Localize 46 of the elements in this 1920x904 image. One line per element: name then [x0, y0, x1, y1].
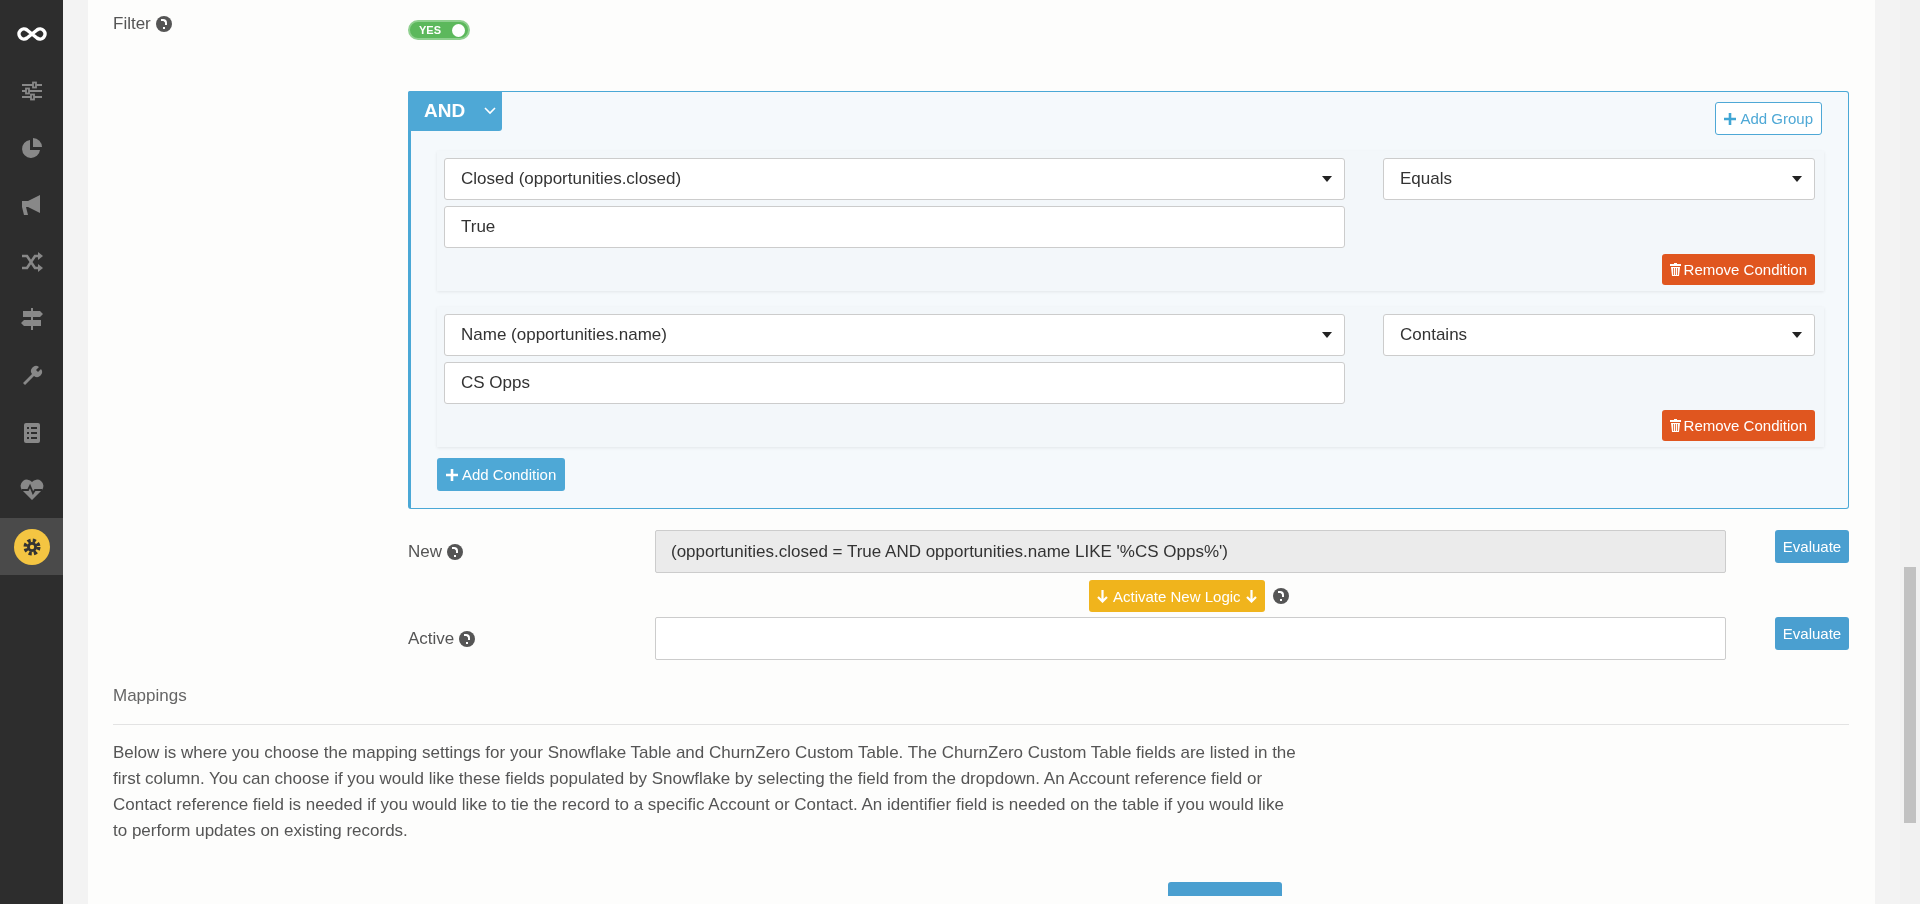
- plus-icon: [1724, 112, 1737, 125]
- section-title: Mappings: [113, 686, 188, 706]
- caret-icon: [1322, 176, 1332, 182]
- remove-condition-button[interactable]: Remove Condition: [1661, 410, 1815, 441]
- operator-dropdown[interactable]: Equals: [1383, 158, 1815, 200]
- shuffle-icon[interactable]: [20, 251, 43, 272]
- add-group-button[interactable]: Add Group: [1715, 102, 1822, 135]
- scrollbar[interactable]: [1900, 0, 1920, 904]
- active-label: Active: [408, 628, 455, 649]
- active-logic-field[interactable]: [655, 617, 1726, 660]
- settings-icon[interactable]: [13, 528, 50, 565]
- new-label: New: [408, 541, 442, 562]
- arrow-down-icon: [1245, 589, 1257, 603]
- arrow-down-icon: [1097, 589, 1108, 603]
- trash-icon: [1669, 419, 1681, 432]
- description-text: Below is where you choose the mapping settings for your Snowflake Table and ChurnZero Custom Table. The ChurnZero Custom Table fields are listed in the first column. You can choose if you would like these fields populated by Snowflake by selecting the field from the dropdown. An Account reference field or Contact reference field is needed if you would like to tie the record to a specific Account or Contact. An identifier field is needed on the table if you would like to perform updates on existing records.: [113, 742, 1297, 842]
- value-field[interactable]: CS Opps: [444, 362, 1345, 404]
- caret-icon: [1792, 332, 1802, 338]
- filter-label: Filter: [113, 14, 151, 34]
- heart-pulse-icon[interactable]: [19, 478, 44, 501]
- caret-icon: [1792, 176, 1802, 182]
- add-condition-button[interactable]: Add Condition: [437, 458, 566, 491]
- field-dropdown[interactable]: Closed (opportunities.closed): [444, 158, 1345, 200]
- evaluate-button[interactable]: Evaluate: [1775, 530, 1849, 563]
- value-field[interactable]: True: [444, 206, 1345, 248]
- nav-item[interactable]: [0, 518, 63, 575]
- scrollbar-thumb[interactable]: [1904, 567, 1916, 823]
- pie-chart-icon[interactable]: [20, 136, 43, 159]
- plus-icon: [446, 468, 458, 481]
- caret-icon: [1322, 332, 1332, 338]
- chevron-down-icon: [484, 107, 496, 115]
- field-dropdown[interactable]: Name (opportunities.name): [444, 314, 1345, 356]
- sliders-icon[interactable]: [20, 80, 43, 101]
- remove-condition-button[interactable]: Remove Condition: [1661, 254, 1815, 285]
- evaluate-button[interactable]: Evaluate: [1775, 617, 1849, 650]
- operator-dropdown[interactable]: Contains: [1383, 314, 1815, 356]
- help-icon[interactable]: [459, 630, 476, 647]
- checklist-icon[interactable]: [22, 421, 41, 444]
- signpost-icon[interactable]: [20, 307, 43, 330]
- help-icon[interactable]: [447, 543, 463, 560]
- trash-icon: [1669, 263, 1681, 276]
- logic-field[interactable]: (opportunities.closed = True AND opportunities.name LIKE '%CS Opps%'): [655, 530, 1726, 573]
- help-icon[interactable]: [155, 16, 172, 32]
- operator-dropdown[interactable]: AND: [408, 91, 502, 131]
- toggle-switch[interactable]: YES: [408, 20, 470, 40]
- help-icon[interactable]: [1272, 588, 1289, 604]
